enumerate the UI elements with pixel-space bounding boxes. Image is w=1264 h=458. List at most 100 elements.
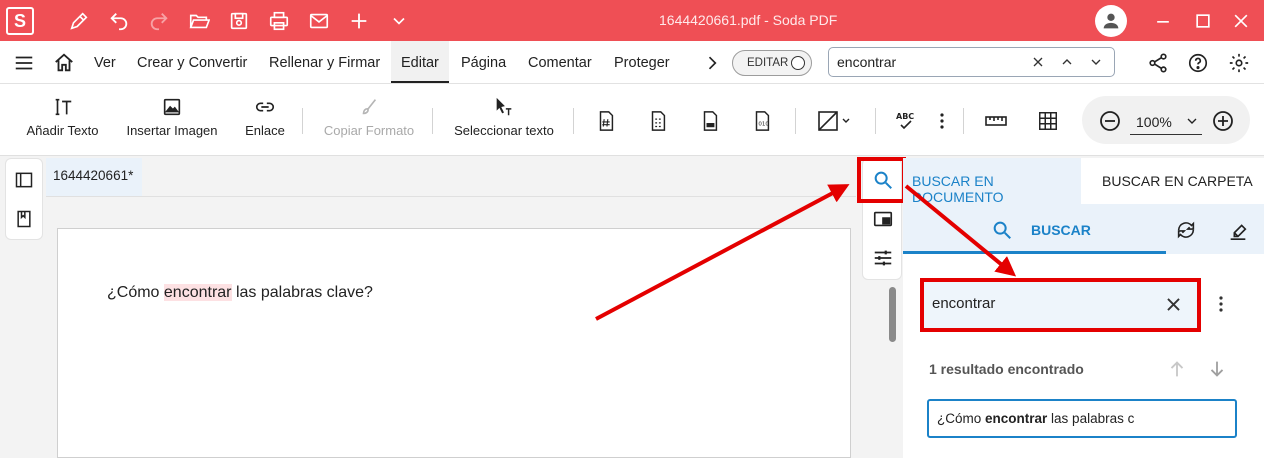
- tab-search-folder[interactable]: BUSCAR EN CARPETA: [1102, 173, 1253, 189]
- editar-toggle-label: EDITAR: [747, 57, 789, 69]
- cursor-text-icon: [493, 96, 515, 118]
- redo-icon[interactable]: [146, 8, 172, 34]
- eraser-icon[interactable]: [1227, 218, 1249, 242]
- hamburger-menu-icon[interactable]: [13, 52, 35, 74]
- add-text-label: Añadir Texto: [26, 123, 99, 138]
- save-icon[interactable]: [226, 8, 252, 34]
- open-folder-icon[interactable]: [186, 8, 212, 34]
- maximize-icon[interactable]: [1190, 8, 1216, 34]
- app-logo: S: [6, 7, 34, 35]
- chevron-down-icon[interactable]: [1088, 54, 1104, 70]
- svg-text:ABC: ABC: [896, 112, 914, 121]
- pen-icon[interactable]: [66, 8, 92, 34]
- page-number-icon[interactable]: [593, 108, 619, 134]
- menu-comentar[interactable]: Comentar: [528, 55, 592, 71]
- zoom-in-icon[interactable]: [1210, 108, 1236, 134]
- editar-toggle[interactable]: EDITAR: [732, 50, 812, 76]
- panel-toggle-icon[interactable]: [14, 170, 34, 190]
- top-search-box: [828, 47, 1115, 77]
- clear-search-icon[interactable]: [1030, 54, 1046, 70]
- add-text-button[interactable]: Añadir Texto: [25, 84, 100, 156]
- header-footer-icon[interactable]: [697, 108, 723, 134]
- print-icon[interactable]: [266, 8, 292, 34]
- insert-image-button[interactable]: Insertar Imagen: [126, 84, 218, 156]
- binary-page-icon[interactable]: 010: [749, 108, 775, 134]
- search-tab-underline: [903, 251, 1166, 254]
- menu-ver[interactable]: Ver: [94, 55, 116, 71]
- picture-in-picture-icon[interactable]: [872, 208, 894, 230]
- bates-numbering-icon[interactable]: [645, 108, 671, 134]
- brush-icon: [358, 96, 380, 118]
- top-search-input[interactable]: [837, 54, 1017, 70]
- annotation-box-search-icon: [857, 157, 906, 203]
- toolbar-divider: [573, 108, 574, 134]
- plus-icon[interactable]: [346, 8, 372, 34]
- link-button[interactable]: Enlace: [245, 84, 285, 156]
- search-result-item[interactable]: ¿Cómo encontrar las palabras c: [927, 399, 1237, 438]
- link-label: Enlace: [245, 123, 285, 138]
- toolbar-divider: [302, 108, 303, 134]
- pdf-page: ¿Cómo encontrar las palabras clave?: [57, 228, 851, 458]
- vertical-scrollbar[interactable]: [889, 287, 896, 342]
- undo-icon[interactable]: [106, 8, 132, 34]
- minimize-icon[interactable]: [1150, 8, 1176, 34]
- chevron-down-icon[interactable]: [386, 8, 412, 34]
- more-vertical-icon[interactable]: [929, 108, 955, 134]
- select-text-button[interactable]: Seleccionar texto: [454, 84, 554, 156]
- select-text-label: Seleccionar texto: [454, 123, 554, 138]
- result-text-match: encontrar: [985, 411, 1048, 426]
- menu-crear-convertir[interactable]: Crear y Convertir: [137, 55, 247, 71]
- copy-format-label: Copiar Formato: [323, 123, 415, 138]
- menu-proteger[interactable]: Proteger: [614, 55, 670, 71]
- page-text-before: ¿Cómo: [107, 284, 164, 301]
- ruler-icon[interactable]: [983, 108, 1009, 134]
- menu-pagina[interactable]: Página: [461, 55, 506, 71]
- chevron-up-icon[interactable]: [1059, 54, 1075, 70]
- result-text-after: las palabras c: [1047, 411, 1135, 426]
- close-window-icon[interactable]: [1228, 8, 1254, 34]
- zoom-level[interactable]: 100%: [1136, 114, 1172, 130]
- toolbar-divider: [963, 108, 964, 134]
- zoom-underline: [1130, 134, 1202, 135]
- sliders-icon[interactable]: [872, 247, 894, 269]
- page-text[interactable]: ¿Cómo encontrar las palabras clave?: [107, 284, 373, 302]
- zoom-out-icon[interactable]: [1097, 108, 1123, 134]
- user-avatar[interactable]: [1095, 5, 1127, 37]
- arrow-up-icon[interactable]: [1166, 358, 1188, 380]
- background-dropdown-icon[interactable]: [814, 108, 854, 134]
- link-icon: [253, 96, 277, 118]
- left-rail: [5, 158, 43, 240]
- toolbar-divider: [432, 108, 433, 134]
- menu-rellenar-firmar[interactable]: Rellenar y Firmar: [269, 55, 380, 71]
- mail-icon[interactable]: [306, 8, 332, 34]
- window-title: 1644420661.pdf - Soda PDF: [659, 12, 838, 28]
- bookmark-icon[interactable]: [14, 209, 34, 229]
- settings-gear-icon[interactable]: [1228, 52, 1250, 74]
- menu-editar[interactable]: Editar: [391, 41, 449, 83]
- page-text-after: las palabras clave?: [231, 284, 373, 301]
- copy-format-button[interactable]: Copiar Formato: [323, 84, 415, 156]
- svg-text:010: 010: [758, 122, 769, 128]
- arrow-down-icon[interactable]: [1206, 358, 1228, 380]
- title-bar: S 1644420661.pdf - Soda PDF: [0, 0, 1264, 41]
- tab-divider: [46, 196, 856, 197]
- tab-search-document[interactable]: BUSCAR EN DOCUMENTO: [903, 158, 1081, 205]
- annotation-box-search-input: [920, 278, 1201, 332]
- page-text-highlight: encontrar: [163, 284, 232, 301]
- find-replace-icon[interactable]: [1175, 219, 1197, 241]
- grid-icon[interactable]: [1035, 108, 1061, 134]
- chevron-right-icon[interactable]: [702, 53, 722, 73]
- share-icon[interactable]: [1147, 52, 1169, 74]
- text-cursor-icon: [52, 96, 74, 118]
- search-tab-label[interactable]: BUSCAR: [1031, 222, 1091, 238]
- chevron-down-icon[interactable]: [1179, 108, 1205, 134]
- toolbar-divider: [795, 108, 796, 134]
- home-icon[interactable]: [53, 52, 75, 74]
- toolbar-divider: [875, 108, 876, 134]
- help-icon[interactable]: [1187, 52, 1209, 74]
- document-tab[interactable]: 1644420661*: [46, 158, 142, 196]
- insert-image-label: Insertar Imagen: [126, 123, 218, 138]
- more-vertical-icon[interactable]: [1218, 295, 1224, 313]
- result-text-before: ¿Cómo: [937, 411, 986, 426]
- spell-check-icon[interactable]: ABC: [894, 108, 920, 134]
